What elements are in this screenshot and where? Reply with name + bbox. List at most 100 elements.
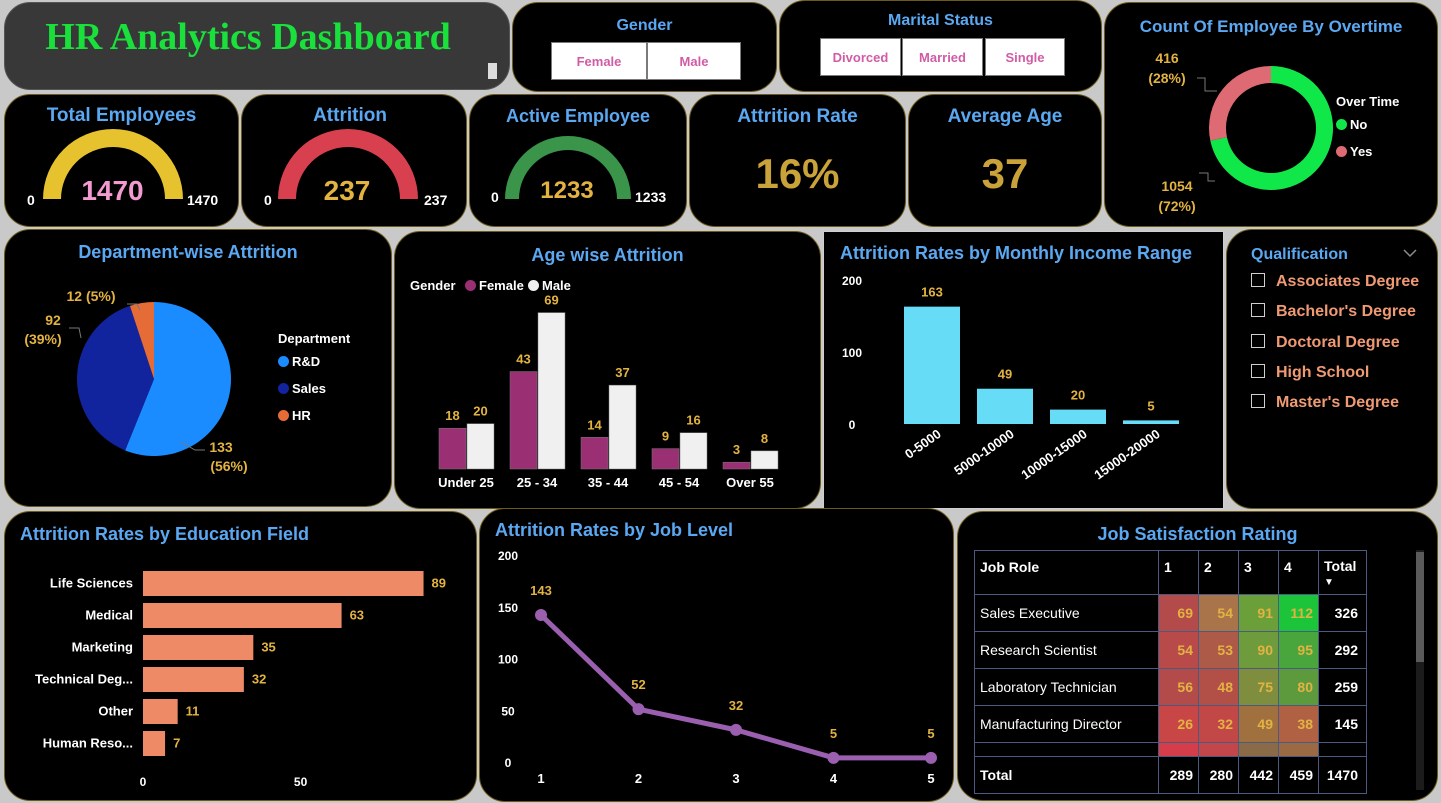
table-cell: 38 (1278, 705, 1319, 743)
bar-female-0[interactable] (438, 427, 467, 470)
table-cell: 69 (1158, 594, 1199, 632)
column-header[interactable]: 4 (1278, 550, 1319, 595)
education-bar-5[interactable] (143, 731, 166, 756)
job-level-point[interactable] (827, 751, 840, 764)
column-header-total[interactable]: Total ▼ (1318, 550, 1367, 595)
qualification-bachelors[interactable]: Bachelor's Degree (1251, 303, 1416, 321)
x-tick-label: 35 - 44 (588, 475, 629, 490)
education-attrition-card: Attrition Rates by Education Field Life … (4, 511, 477, 801)
marital-option-single[interactable]: Single (985, 38, 1065, 76)
column-header[interactable]: 2 (1198, 550, 1239, 595)
bar-male-2[interactable] (608, 384, 637, 470)
overtime-leader-yes (1197, 77, 1217, 92)
table-cell-total: 145 (1318, 705, 1367, 743)
table-cell-total: 259 (1318, 668, 1367, 706)
dept-hr-dot (278, 410, 289, 421)
checkbox-icon[interactable] (1251, 303, 1265, 317)
scroll-handle[interactable] (488, 63, 497, 79)
x-tick-label: 5000-10000 (951, 426, 1016, 478)
income-bar-1[interactable] (977, 388, 1033, 424)
column-header-total-label: Total (1324, 558, 1357, 574)
sort-desc-icon[interactable]: ▼ (1324, 577, 1334, 588)
qualification-masters-label: Master's Degree (1276, 394, 1399, 411)
bar-female-1[interactable] (509, 371, 538, 470)
data-label: 20 (1071, 388, 1085, 403)
qualification-doctoral-label: Doctoral Degree (1276, 334, 1400, 351)
table-row: Sales Executive 69 54 91 112 326 (974, 594, 1367, 632)
chevron-down-icon[interactable] (1403, 248, 1417, 258)
education-bar-1[interactable] (143, 603, 342, 628)
y-tick-label: 200 (498, 549, 518, 563)
qualification-doctoral[interactable]: Doctoral Degree (1251, 334, 1400, 352)
department-legend-hr[interactable]: HR (278, 408, 311, 423)
table-cell (1198, 742, 1239, 757)
checkbox-icon[interactable] (1251, 334, 1265, 348)
table-grand-total: 1470 (1318, 756, 1367, 794)
qualification-high-school[interactable]: High School (1251, 364, 1369, 382)
income-bar-3[interactable] (1123, 420, 1179, 424)
table-scrollbar-thumb[interactable] (1416, 552, 1424, 662)
table-header-row: Job Role 1 2 3 4 Total ▼ (974, 550, 1367, 595)
checkbox-icon[interactable] (1251, 394, 1265, 408)
attrition-rate-card: Attrition Rate 16% (689, 94, 906, 227)
bar-female-4[interactable] (722, 461, 751, 470)
active-employee-max: 1233 (635, 189, 667, 205)
qualification-associates-label: Associates Degree (1276, 273, 1420, 290)
department-legend-sales[interactable]: Sales (278, 381, 326, 396)
table-row: Research Scientist 54 53 90 95 292 (974, 631, 1367, 669)
qualification-associates[interactable]: Associates Degree (1251, 273, 1419, 291)
x-tick-label: 4 (830, 771, 838, 786)
overtime-legend-yes[interactable]: Yes (1336, 144, 1372, 159)
overtime-label-yes-pct: (28%) (1148, 70, 1185, 86)
bar-male-3[interactable] (679, 432, 708, 470)
table-cell: 53 (1198, 631, 1239, 669)
data-label: 5 (927, 726, 934, 741)
table-cell (1238, 742, 1279, 757)
education-bar-2[interactable] (143, 635, 254, 660)
education-bar-0[interactable] (143, 571, 424, 596)
data-label: 32 (252, 672, 266, 687)
active-employee-min: 0 (491, 189, 499, 205)
table-scrollbar[interactable] (1416, 550, 1424, 790)
income-bar-0[interactable] (904, 306, 960, 424)
data-label: 63 (350, 608, 364, 623)
bar-male-0[interactable] (466, 423, 495, 470)
income-bar-2[interactable] (1050, 409, 1106, 424)
job-level-point[interactable] (730, 723, 742, 736)
qualification-masters[interactable]: Master's Degree (1251, 394, 1399, 412)
table-cell: 91 (1238, 594, 1279, 632)
attrition-card: Attrition 237 0 237 (241, 94, 467, 227)
job-level-point[interactable] (535, 608, 547, 621)
gender-option-female[interactable]: Female (551, 42, 647, 80)
job-level-point[interactable] (925, 751, 937, 764)
average-age-title: Average Age (947, 106, 1063, 127)
marital-slicer-title: Marital Status (888, 12, 993, 29)
gender-option-male[interactable]: Male (647, 42, 741, 80)
job-level-point[interactable] (632, 703, 645, 716)
data-label: 35 (261, 640, 275, 655)
marital-option-divorced[interactable]: Divorced (820, 38, 901, 76)
data-label: 5 (830, 726, 837, 741)
total-employees-max: 1470 (187, 192, 219, 208)
column-header[interactable]: Job Role (974, 550, 1159, 595)
checkbox-icon[interactable] (1251, 364, 1265, 378)
education-bar-4[interactable] (143, 699, 178, 724)
marital-option-married[interactable]: Married (902, 38, 983, 76)
qualification-bachelors-label: Bachelor's Degree (1276, 303, 1416, 320)
bar-female-3[interactable] (651, 448, 680, 470)
overtime-legend-no[interactable]: No (1336, 117, 1367, 132)
overtime-legend-no-label: No (1350, 117, 1368, 132)
joblevel-line-chart: 0 50 100 150 200 143 1 52 2 32 3 5 4 5 5 (498, 549, 937, 786)
column-header[interactable]: 3 (1238, 550, 1279, 595)
checkbox-icon[interactable] (1251, 273, 1265, 287)
department-legend-rd[interactable]: R&D (278, 354, 320, 369)
job-level-line[interactable] (539, 613, 931, 761)
pie-slice-yes[interactable] (1209, 66, 1271, 141)
bar-male-4[interactable] (750, 450, 779, 470)
table-total-cell: 459 (1278, 756, 1319, 794)
bar-male-1[interactable] (537, 312, 566, 470)
column-header[interactable]: 1 (1158, 550, 1199, 595)
bar-female-2[interactable] (580, 437, 609, 470)
education-bar-3[interactable] (143, 667, 244, 692)
x-tick-label: 10000-15000 (1018, 426, 1089, 482)
